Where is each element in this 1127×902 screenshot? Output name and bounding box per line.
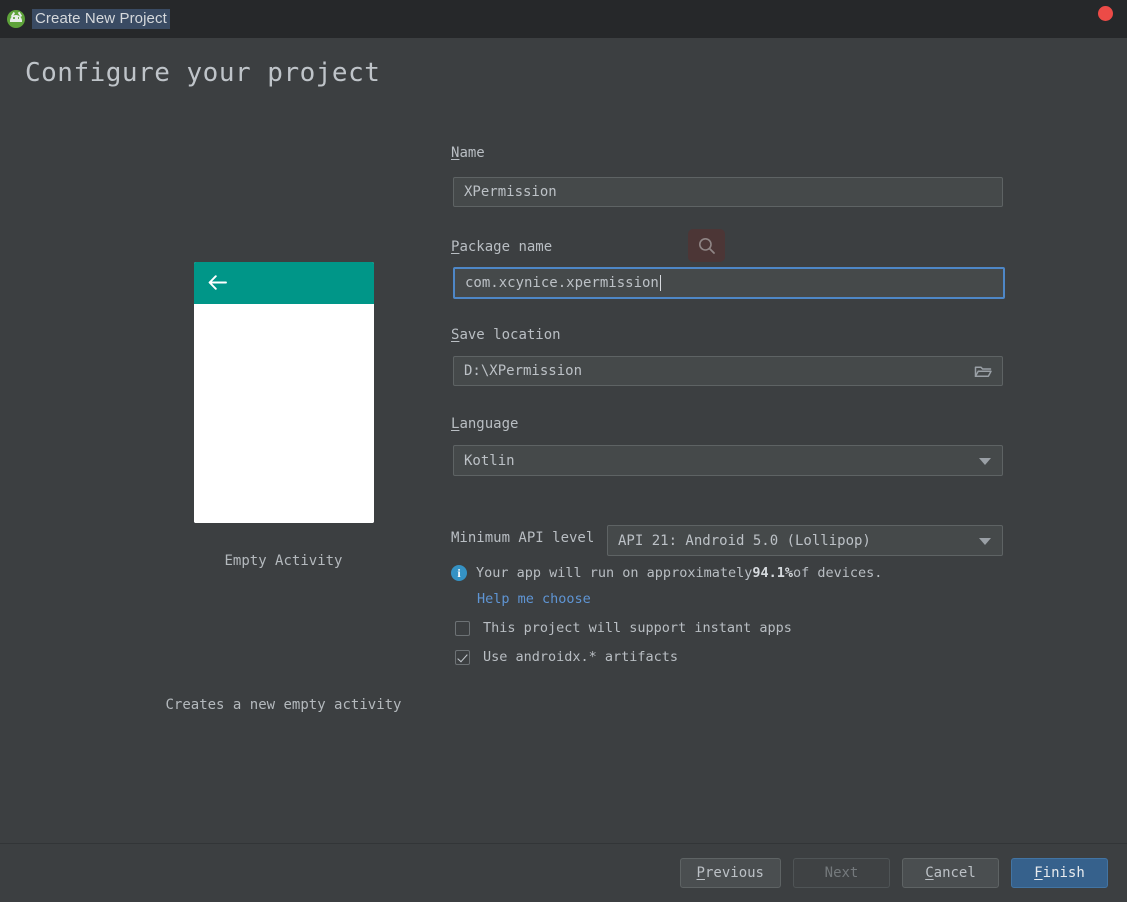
devices-coverage-note: i Your app will run on approximately 94.…: [451, 565, 882, 581]
chevron-down-icon[interactable]: [979, 537, 991, 545]
cancel-button[interactable]: Cancel: [902, 858, 999, 888]
text-caret: [659, 275, 661, 291]
save-location-input-value: D:\XPermission: [464, 363, 583, 379]
activity-preview: [194, 262, 374, 523]
save-location-input[interactable]: D:\XPermission: [453, 356, 1003, 386]
previous-button[interactable]: Previous: [679, 858, 781, 888]
language-select[interactable]: Kotlin: [453, 445, 1003, 476]
devices-note-percent: 94.1%: [752, 565, 793, 581]
instant-apps-checkbox-row[interactable]: This project will support instant apps: [455, 620, 792, 636]
finish-button[interactable]: Finish: [1011, 858, 1108, 888]
package-name-input[interactable]: com.xcynice.xpermission: [453, 267, 1005, 299]
language-label: Language: [451, 416, 519, 432]
name-input-value: XPermission: [464, 184, 557, 200]
name-input[interactable]: XPermission: [453, 177, 1003, 207]
save-location-label: Save location: [451, 327, 561, 343]
page-title: Configure your project: [25, 58, 381, 88]
androidx-checkbox-row[interactable]: Use androidx.* artifacts: [455, 649, 678, 665]
android-studio-logo-icon: [6, 9, 26, 29]
name-label: Name: [451, 145, 485, 161]
instant-apps-checkbox[interactable]: [455, 620, 470, 636]
language-select-value: Kotlin: [464, 452, 515, 469]
instant-apps-label: This project will support instant apps: [483, 620, 792, 636]
package-name-label: Package name: [451, 239, 553, 255]
folder-icon[interactable]: [974, 363, 992, 379]
androidx-checkbox[interactable]: [455, 649, 470, 665]
minimum-api-level-select[interactable]: API 21: Android 5.0 (Lollipop): [607, 525, 1003, 556]
package-name-input-value: com.xcynice.xpermission: [465, 275, 659, 291]
title-bar: Create New Project: [0, 0, 1127, 38]
window-title: Create New Project: [32, 9, 170, 29]
preview-content-area: [194, 304, 374, 523]
devices-note-suffix: of devices.: [792, 565, 883, 581]
preview-app-bar: [194, 262, 374, 304]
info-icon: i: [451, 565, 467, 581]
search-icon[interactable]: [688, 229, 725, 262]
next-button[interactable]: Next: [793, 858, 890, 888]
help-me-choose-link[interactable]: Help me choose: [477, 591, 591, 607]
preview-description: Creates a new empty activity: [165, 697, 402, 713]
chevron-down-icon[interactable]: [979, 457, 991, 465]
close-icon[interactable]: [1098, 6, 1113, 21]
dialog-button-bar: Previous Next Cancel Finish: [0, 844, 1127, 902]
minimum-api-level-value: API 21: Android 5.0 (Lollipop): [618, 532, 871, 549]
back-arrow-icon: [208, 275, 227, 290]
minimum-api-level-label: Minimum API level: [451, 530, 595, 546]
create-new-project-dialog: Create New Project Configure your projec…: [0, 0, 1127, 902]
devices-note-prefix: Your app will run on approximately: [476, 565, 753, 581]
androidx-label: Use androidx.* artifacts: [483, 649, 679, 665]
